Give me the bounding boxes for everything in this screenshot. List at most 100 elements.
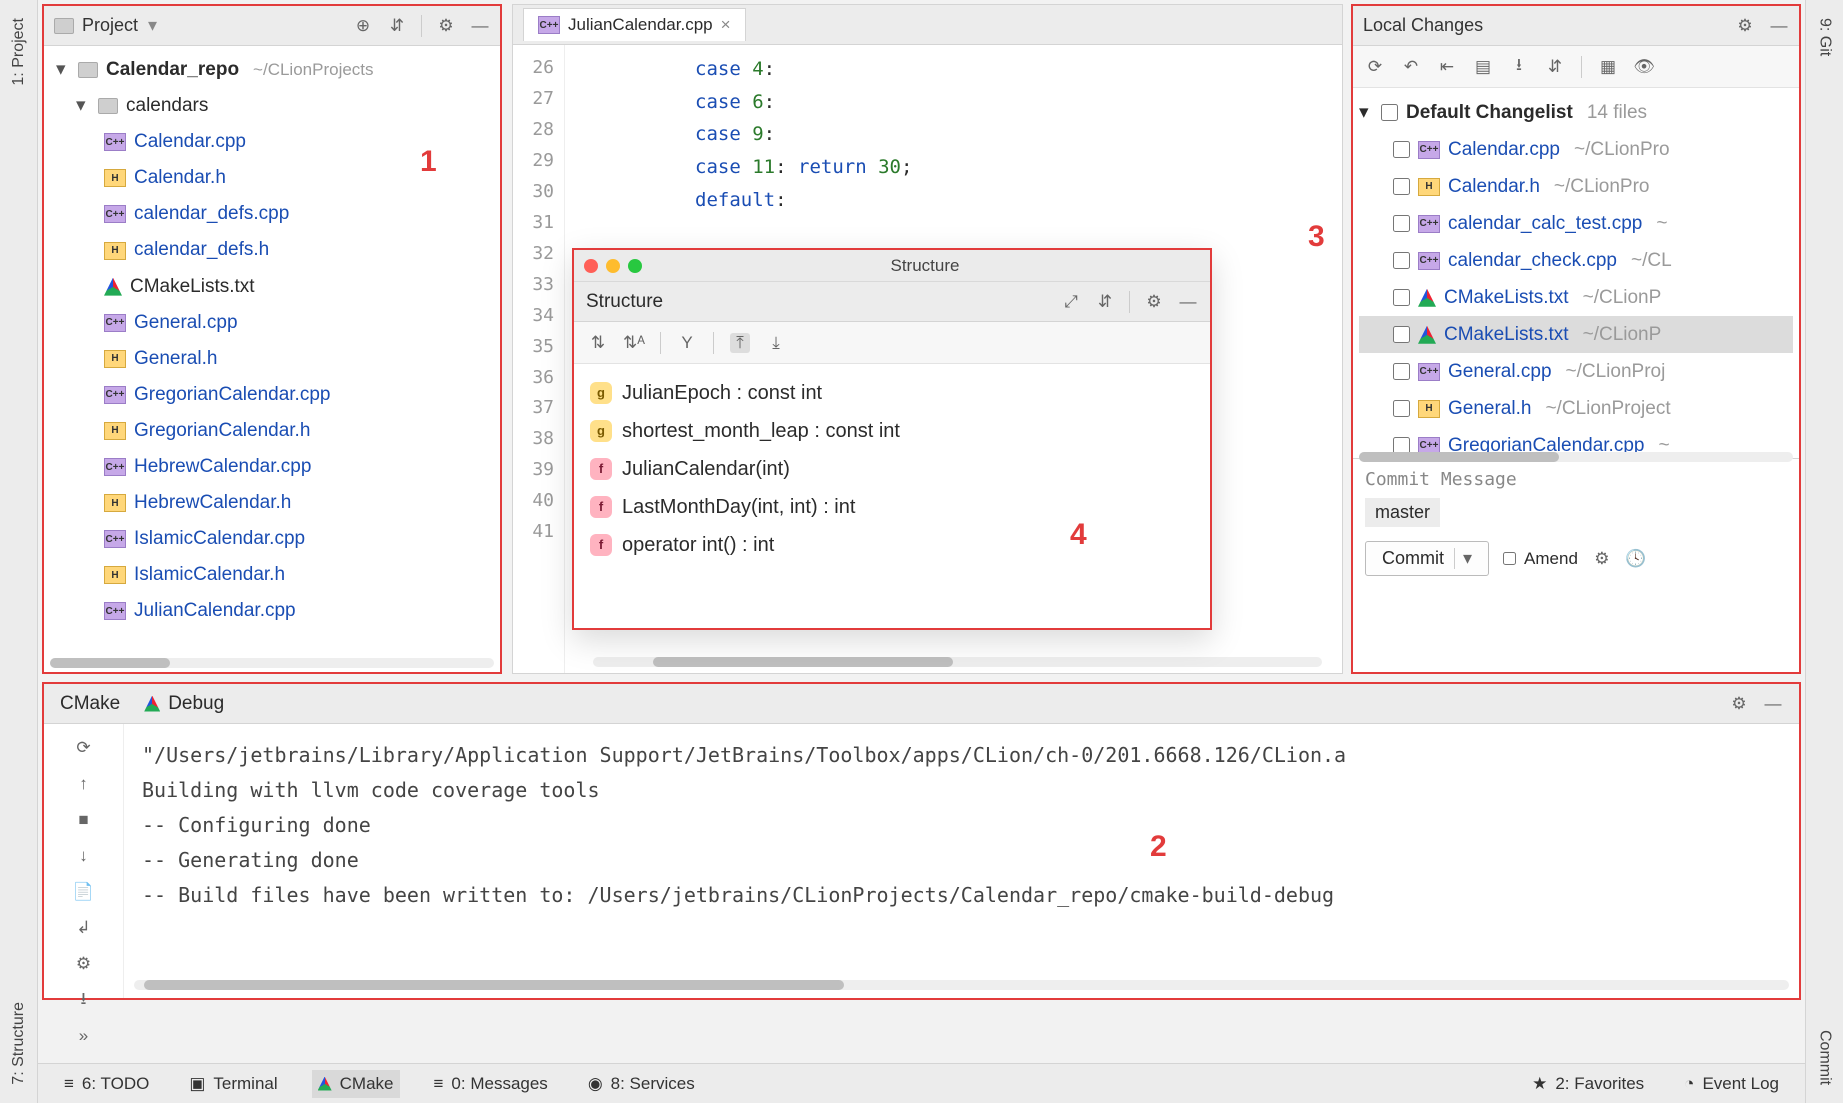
h-file-icon: H	[104, 242, 126, 260]
cmake-icon	[144, 696, 160, 712]
group-icon[interactable]: ⇵	[1545, 57, 1565, 77]
left-tool-stripe: 1: Project 7: Structure	[0, 0, 38, 1103]
event-log-button[interactable]: ◔ Event Log	[1678, 1070, 1785, 1098]
gear-icon[interactable]: ⚙	[1735, 16, 1755, 36]
gear-icon[interactable]: ⚙	[1144, 292, 1164, 312]
cmake-button[interactable]: CMake	[312, 1070, 400, 1098]
terminal-button[interactable]: ▣ Terminal	[183, 1070, 283, 1098]
git-tool-button[interactable]: 9: Git	[1814, 12, 1836, 62]
structure-item[interactable]: fLastMonthDay(int, int) : int	[590, 488, 1194, 526]
line-gutter: 26272829303132333435363738394041	[513, 45, 565, 673]
sort-alpha-icon[interactable]: ⇅ᴬ	[624, 333, 644, 353]
project-file[interactable]: H calendar_defs.h	[48, 232, 496, 268]
refresh-icon[interactable]: ⟳	[1365, 57, 1385, 77]
change-file-row[interactable]: CMakeLists.txt~/CLionP	[1359, 316, 1793, 353]
project-tool-button[interactable]: 1: Project	[8, 12, 30, 92]
h-file-icon: H	[1418, 400, 1440, 418]
services-button[interactable]: ◉ 8: Services	[582, 1070, 701, 1098]
project-file[interactable]: C++ General.cpp	[48, 305, 496, 341]
stop-icon[interactable]: ■	[74, 810, 94, 830]
structure-item[interactable]: fJulianCalendar(int)	[590, 450, 1194, 488]
gear-icon[interactable]: ⚙	[436, 16, 456, 36]
change-file-row[interactable]: C++ Calendar.cpp~/CLionPro	[1359, 131, 1793, 168]
project-file[interactable]: H HebrewCalendar.h	[48, 485, 496, 521]
gear-icon[interactable]: ⚙	[1729, 694, 1749, 714]
change-file-row[interactable]: C++ General.cpp~/CLionProj	[1359, 353, 1793, 390]
favorites-button[interactable]: ★ 2: Favorites	[1526, 1070, 1650, 1098]
close-icon[interactable]: ×	[721, 15, 731, 35]
reload-icon[interactable]: ⟳	[74, 738, 94, 758]
change-file-row[interactable]: H Calendar.h~/CLionPro	[1359, 168, 1793, 205]
shelve-icon[interactable]: ⭳	[1509, 57, 1529, 77]
collapse-icon[interactable]: ⇵	[387, 16, 407, 36]
structure-tool-button[interactable]: 7: Structure	[8, 996, 30, 1091]
change-file-row[interactable]: C++ calendar_calc_test.cpp~	[1359, 205, 1793, 242]
structure-panel-header: Structure ⤢ ⇵ ⚙ —	[574, 282, 1210, 322]
cmake-output[interactable]: "/Users/jetbrains/Library/Application Su…	[124, 724, 1799, 998]
hide-icon[interactable]: —	[1178, 292, 1198, 312]
autoscroll-to-icon[interactable]: ⤒	[730, 333, 750, 353]
project-panel-title[interactable]: Project	[82, 15, 157, 36]
wrap-icon[interactable]: ↲	[74, 918, 94, 938]
hide-icon[interactable]: —	[470, 16, 490, 36]
down-icon[interactable]: ↓	[74, 846, 94, 866]
gear-icon[interactable]: ⚙	[1592, 549, 1612, 569]
structure-titlebar[interactable]: Structure	[574, 250, 1210, 282]
project-file[interactable]: C++ GregorianCalendar.cpp	[48, 377, 496, 413]
export-icon[interactable]: ⭳	[74, 990, 94, 1010]
project-file[interactable]: C++ JulianCalendar.cpp	[48, 593, 496, 629]
todo-button[interactable]: ≡ 6: TODO	[58, 1070, 155, 1098]
change-file-row[interactable]: C++ calendar_check.cpp~/CL	[1359, 242, 1793, 279]
cpp-file-icon: C++	[104, 458, 126, 476]
commit-tool-button[interactable]: Commit	[1814, 1024, 1836, 1091]
project-file[interactable]: CMakeLists.txt	[48, 269, 496, 305]
structure-list[interactable]: gJulianEpoch : const intgshortest_month_…	[574, 364, 1210, 574]
horizontal-scrollbar[interactable]	[50, 658, 494, 668]
amend-checkbox[interactable]: Amend	[1503, 549, 1578, 569]
gear-icon[interactable]: ⚙	[74, 954, 94, 974]
project-file[interactable]: H GregorianCalendar.h	[48, 413, 496, 449]
change-file-row[interactable]: H General.h~/CLionProject	[1359, 390, 1793, 427]
rollback-icon[interactable]: ↶	[1401, 57, 1421, 77]
structure-item[interactable]: gshortest_month_leap : const int	[590, 412, 1194, 450]
hide-icon[interactable]: —	[1763, 694, 1783, 714]
view-icon[interactable]: ▦	[1598, 57, 1618, 77]
structure-item[interactable]: foperator int() : int	[590, 526, 1194, 564]
locate-icon[interactable]: ⊕	[353, 16, 373, 36]
more-icon[interactable]: »	[74, 1026, 94, 1046]
changelist-icon[interactable]: ▤	[1473, 57, 1493, 77]
editor-scrollbar[interactable]	[593, 657, 1322, 667]
editor-tab[interactable]: C++ JulianCalendar.cpp ×	[523, 8, 746, 41]
close-dot-icon[interactable]	[584, 259, 598, 273]
project-folder[interactable]: ▾ calendars	[48, 88, 496, 124]
messages-button[interactable]: ≡ 0: Messages	[428, 1070, 554, 1098]
structure-item[interactable]: gJulianEpoch : const int	[590, 374, 1194, 412]
minimize-dot-icon[interactable]	[606, 259, 620, 273]
project-tree[interactable]: ▾ Calendar_repo~/CLionProjects▾ calendar…	[44, 46, 500, 660]
changelist-row[interactable]: ▾ Default Changelist 14 files	[1359, 94, 1793, 131]
changes-scrollbar[interactable]	[1359, 452, 1793, 462]
filter-icon[interactable]: Y	[677, 333, 697, 353]
changes-tree[interactable]: ▾ Default Changelist 14 files C++ Calend…	[1353, 88, 1799, 458]
project-root[interactable]: ▾ Calendar_repo~/CLionProjects	[48, 52, 496, 88]
project-file[interactable]: C++ IslamicCalendar.cpp	[48, 521, 496, 557]
diff-icon[interactable]: ⇤	[1437, 57, 1457, 77]
preview-icon[interactable]: 👁	[1634, 57, 1654, 77]
project-file[interactable]: C++ calendar_defs.cpp	[48, 196, 496, 232]
project-file[interactable]: H IslamicCalendar.h	[48, 557, 496, 593]
sort-icon[interactable]: ⇅	[588, 333, 608, 353]
commit-button[interactable]: Commit▾	[1365, 541, 1489, 576]
collapse-icon[interactable]: ⇵	[1095, 292, 1115, 312]
cmake-tab[interactable]: CMake	[60, 693, 120, 715]
history-icon[interactable]: 🕓	[1626, 549, 1646, 569]
change-file-row[interactable]: CMakeLists.txt~/CLionP	[1359, 279, 1793, 316]
up-icon[interactable]: ↑	[74, 774, 94, 794]
project-file[interactable]: H General.h	[48, 341, 496, 377]
autoscroll-from-icon[interactable]: ⤓	[766, 333, 786, 353]
hide-icon[interactable]: —	[1769, 16, 1789, 36]
expand-icon[interactable]: ⤢	[1061, 292, 1081, 312]
open-icon[interactable]: 📄	[74, 882, 94, 902]
project-file[interactable]: C++ HebrewCalendar.cpp	[48, 449, 496, 485]
zoom-dot-icon[interactable]	[628, 259, 642, 273]
debug-tab[interactable]: Debug	[144, 693, 224, 715]
